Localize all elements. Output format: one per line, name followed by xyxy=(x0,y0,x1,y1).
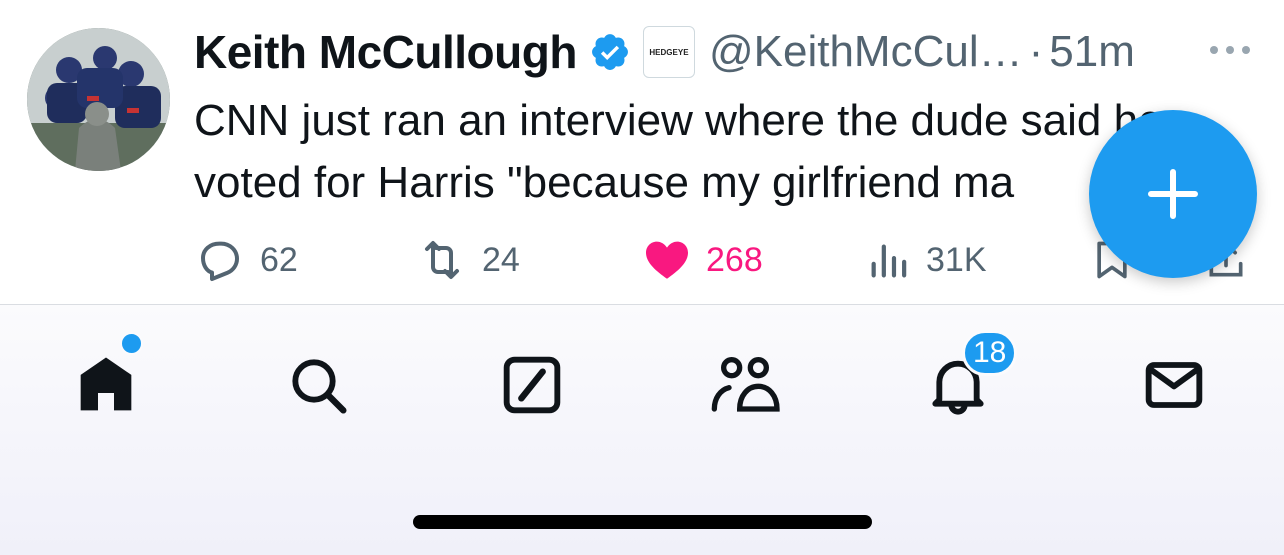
communities-icon xyxy=(711,357,780,412)
retweet-icon xyxy=(425,241,459,279)
tweet-timestamp[interactable]: 51m xyxy=(1049,27,1135,77)
reply-icon xyxy=(201,241,239,281)
reply-button[interactable]: 62 xyxy=(194,232,298,288)
views-button[interactable]: 31K xyxy=(866,232,987,288)
tab-messages[interactable] xyxy=(1134,345,1214,425)
grok-icon xyxy=(503,356,561,414)
heart-icon xyxy=(646,241,688,279)
home-icon xyxy=(80,357,132,411)
tab-communities[interactable] xyxy=(705,345,785,425)
like-button[interactable]: 268 xyxy=(642,232,763,288)
tab-home[interactable] xyxy=(66,345,146,425)
compose-button[interactable] xyxy=(1089,110,1257,278)
home-unread-dot xyxy=(120,332,143,355)
affiliation-badge[interactable]: HEDGEYE xyxy=(642,26,695,78)
more-options-icon[interactable] xyxy=(1208,40,1252,60)
views-icon xyxy=(871,244,907,278)
author-avatar[interactable] xyxy=(27,28,170,171)
notifications-badge: 18 xyxy=(962,330,1018,376)
tab-search[interactable] xyxy=(278,345,358,425)
tab-grok[interactable] xyxy=(492,345,572,425)
like-count: 268 xyxy=(706,240,763,279)
tweet-header: Keith McCullough HEDGEYE @KeithMcCul… · … xyxy=(194,22,1135,82)
search-icon xyxy=(292,359,347,414)
home-indicator[interactable] xyxy=(413,515,872,529)
author-handle[interactable]: @KeithMcCul… xyxy=(709,27,1023,77)
views-count: 31K xyxy=(926,240,987,279)
mail-icon xyxy=(1145,362,1203,408)
author-name[interactable]: Keith McCullough xyxy=(194,25,577,79)
retweet-button[interactable]: 24 xyxy=(416,232,520,288)
header-separator: · xyxy=(1028,27,1044,76)
retweet-count: 24 xyxy=(482,240,520,279)
reply-count: 62 xyxy=(260,240,298,279)
verified-badge-icon[interactable] xyxy=(589,31,631,73)
tweet[interactable]: Keith McCullough HEDGEYE @KeithMcCul… · … xyxy=(0,0,1284,304)
plus-icon xyxy=(1148,169,1198,219)
